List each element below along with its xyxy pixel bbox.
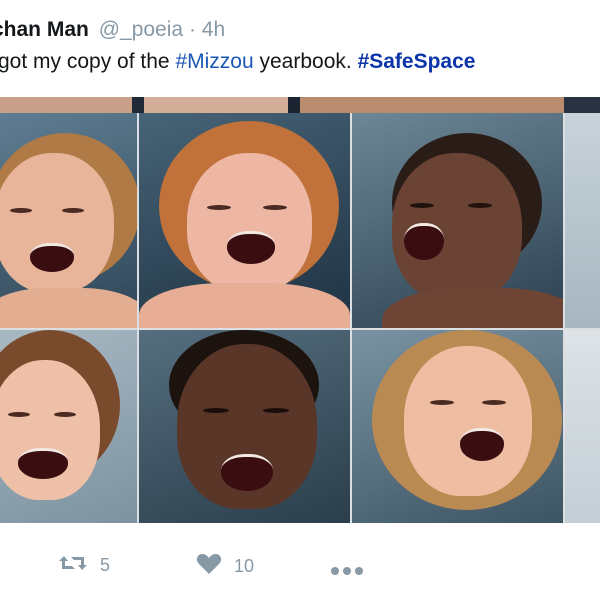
collage-top-strip bbox=[0, 97, 600, 113]
photo-crying-child-3 bbox=[352, 113, 563, 328]
more-icon bbox=[330, 560, 364, 581]
author-handle[interactable]: @_poeia bbox=[99, 18, 183, 41]
like-count: 10 bbox=[234, 556, 255, 576]
photo-crying-child-4 bbox=[0, 330, 137, 523]
photo-crying-child-1 bbox=[0, 113, 137, 328]
retweet-button[interactable]: 5 bbox=[58, 552, 110, 579]
tweet-text-prefix: got my copy of the bbox=[0, 50, 170, 73]
tweet-header: chan Man @_poeia · 4h bbox=[0, 18, 225, 42]
tweet-photo-collage[interactable] bbox=[0, 97, 600, 523]
photo-crying-child-6 bbox=[352, 330, 563, 523]
tweet-timestamp[interactable]: 4h bbox=[202, 18, 225, 41]
tweet-text-middle: yearbook. bbox=[259, 50, 352, 73]
author-name[interactable]: chan Man bbox=[0, 18, 89, 41]
tweet-text: got my copy of the #Mizzou yearbook. #Sa… bbox=[0, 50, 475, 74]
like-button[interactable]: 10 bbox=[196, 552, 254, 581]
retweet-count: 5 bbox=[100, 555, 111, 575]
retweet-icon bbox=[58, 552, 88, 579]
tweet-actions: 5 10 bbox=[0, 540, 600, 590]
separator-dot: · bbox=[188, 18, 196, 41]
hashtag-mizzou[interactable]: #Mizzou bbox=[175, 50, 253, 73]
heart-icon bbox=[196, 552, 222, 581]
photo-crying-child-5 bbox=[139, 330, 350, 523]
photo-crying-child-2 bbox=[139, 113, 350, 328]
photo-crying-child-edge-2 bbox=[565, 330, 600, 523]
more-button[interactable] bbox=[330, 560, 364, 581]
photo-crying-child-edge-1 bbox=[565, 113, 600, 328]
hashtag-safespace[interactable]: #SafeSpace bbox=[358, 50, 476, 73]
